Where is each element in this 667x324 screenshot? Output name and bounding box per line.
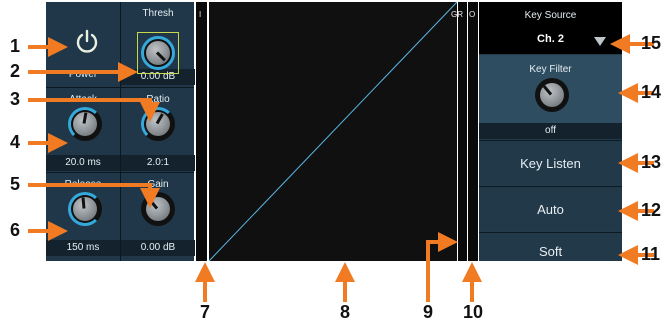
callout-4: 4 [10,132,21,152]
callout-7: 7 [200,302,211,322]
callout-2: 2 [10,61,21,81]
callout-11: 11 [641,244,661,264]
callout-8: 8 [340,302,351,322]
callout-5: 5 [10,174,21,194]
callout-13: 13 [641,152,662,172]
callout-arrows [28,34,654,302]
callout-3: 3 [10,89,21,109]
callout-9: 9 [423,302,434,322]
callout-12: 12 [641,200,662,220]
callout-15: 15 [641,33,662,53]
callout-1: 1 [10,36,21,56]
callout-6: 6 [10,220,21,240]
callout-14: 14 [641,82,662,102]
callout-10: 10 [463,302,484,322]
